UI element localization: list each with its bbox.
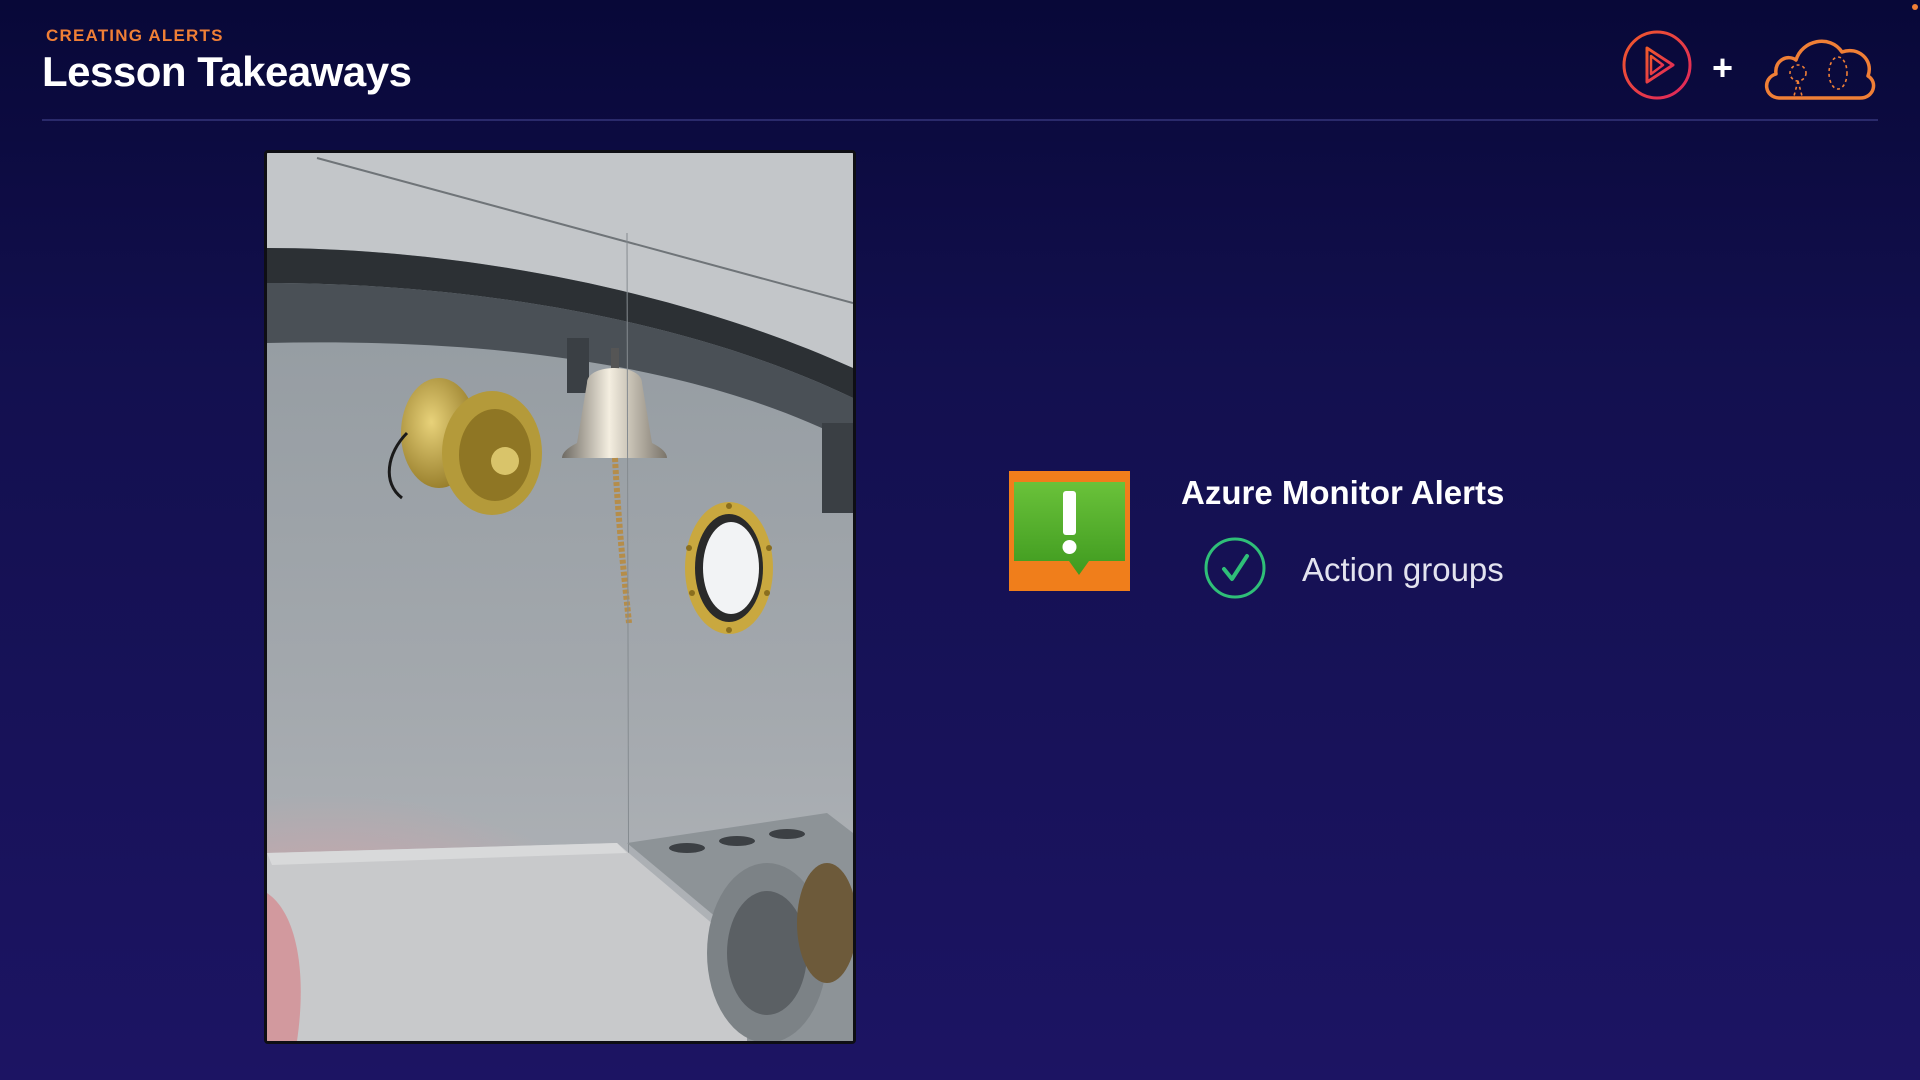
header-divider	[42, 119, 1878, 121]
ship-bell-photo	[264, 150, 856, 1044]
check-circle-icon	[1203, 536, 1267, 600]
play-logo-icon	[1620, 28, 1694, 108]
section-title: Azure Monitor Alerts	[1181, 474, 1505, 511]
alert-exclamation-icon	[1009, 471, 1130, 591]
cloud-logo-icon	[1758, 28, 1878, 108]
corner-dot	[1912, 4, 1918, 10]
section-eyebrow: CREATING ALERTS	[46, 26, 224, 45]
takeaway-item-label: Action groups	[1302, 551, 1504, 588]
plus-sign: +	[1712, 47, 1734, 88]
page-title: Lesson Takeaways	[42, 48, 412, 95]
